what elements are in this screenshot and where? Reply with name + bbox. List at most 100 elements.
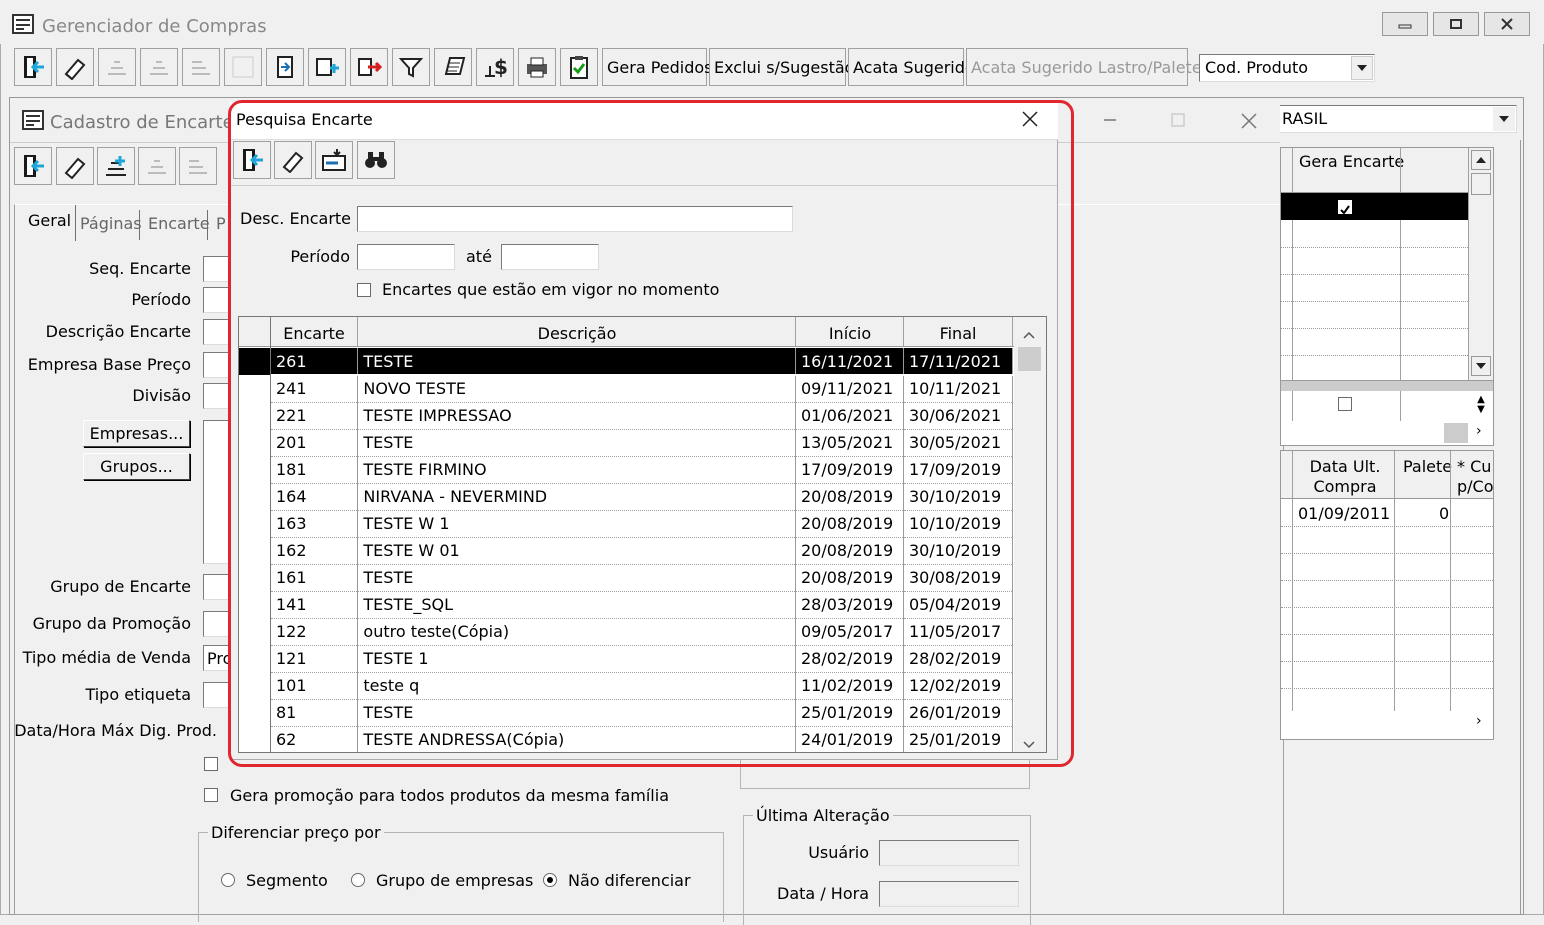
transfer-button[interactable] bbox=[350, 48, 388, 86]
add-disabled-button[interactable] bbox=[98, 48, 136, 86]
dialog-search-button[interactable] bbox=[357, 141, 395, 179]
scroll-right-icon-2[interactable]: › bbox=[1476, 713, 1482, 729]
col-final-header[interactable]: Final bbox=[904, 324, 1012, 343]
table-row[interactable]: 261 TESTE 16/11/2021 17/11/2021 bbox=[271, 348, 1013, 376]
dialog-eraser-button[interactable] bbox=[274, 141, 312, 179]
table-row[interactable]: 162 TESTE W 01 20/08/2019 30/10/2019 bbox=[271, 537, 1013, 565]
table-row[interactable]: 164 NIRVANA - NEVERMIND 20/08/2019 30/10/20… bbox=[271, 483, 1013, 511]
cell-descricao: TESTE ANDRESSA(Cópia) bbox=[357, 726, 796, 752]
divisao-field[interactable] bbox=[203, 383, 233, 409]
tab-p[interactable]: P bbox=[214, 210, 230, 240]
table-row[interactable]: 81 TESTE 25/01/2019 26/01/2019 bbox=[271, 699, 1013, 727]
close-button[interactable] bbox=[1484, 12, 1530, 36]
cadastro-eraser-button[interactable] bbox=[56, 147, 94, 185]
dialog-exit-button[interactable] bbox=[233, 141, 271, 179]
right-grid-selected-row[interactable] bbox=[1281, 193, 1468, 220]
seq-encarte-field[interactable] bbox=[203, 256, 233, 282]
empresa-base-field[interactable] bbox=[203, 352, 233, 378]
table-row[interactable]: 161 TESTE 20/08/2019 30/08/2019 bbox=[271, 564, 1013, 592]
desc-encarte-input[interactable] bbox=[357, 206, 793, 232]
tipo-media-field[interactable]: Pro bbox=[203, 645, 233, 671]
right-combo[interactable]: RASIL bbox=[1280, 105, 1517, 133]
dialog-select-button[interactable] bbox=[315, 141, 353, 179]
cell-encarte: 163 bbox=[271, 510, 359, 538]
hscroll-thumb[interactable] bbox=[1444, 423, 1468, 443]
tab-geral[interactable]: Geral bbox=[24, 205, 76, 241]
table-row[interactable]: 62 TESTE ANDRESSA(Cópia) 24/01/2019 25/01/2… bbox=[271, 726, 1013, 752]
table-row[interactable]: 121 TESTE 1 28/02/2019 28/02/2019 bbox=[271, 645, 1013, 673]
scroll-up-button[interactable] bbox=[1471, 150, 1491, 170]
tab-encarte[interactable]: Encarte bbox=[146, 210, 210, 240]
tab-paginas[interactable]: Páginas bbox=[78, 210, 142, 240]
right-combo-dropdown[interactable] bbox=[1493, 107, 1515, 131]
col-descricao-header[interactable]: Descrição bbox=[358, 324, 796, 343]
cadastro-add-button[interactable] bbox=[97, 147, 135, 185]
gera-encarte-row2-checkbox[interactable] bbox=[1338, 397, 1352, 411]
grupo-encarte-field[interactable] bbox=[203, 574, 233, 600]
table-row[interactable]: 122 outro teste(Cópia) 09/05/2017 11/05/201… bbox=[271, 618, 1013, 646]
restore-button[interactable] bbox=[1433, 12, 1479, 36]
cadastro-close-button[interactable] bbox=[1238, 110, 1260, 132]
results-scroll-thumb[interactable] bbox=[1018, 347, 1041, 371]
clipboard-check-button[interactable] bbox=[560, 48, 598, 86]
scroll-thumb[interactable] bbox=[1471, 173, 1491, 195]
periodo-fim-input[interactable] bbox=[501, 244, 599, 270]
gera-promocao-checkbox[interactable] bbox=[204, 788, 218, 802]
combo-dropdown-button[interactable] bbox=[1351, 56, 1373, 80]
tipo-etiqueta-field[interactable] bbox=[203, 682, 233, 708]
edit-disabled-button[interactable] bbox=[140, 48, 178, 86]
scroll-right-icon[interactable]: › bbox=[1476, 423, 1482, 439]
remove-disabled-button[interactable] bbox=[182, 48, 220, 86]
vigor-checkbox[interactable] bbox=[357, 283, 371, 297]
filter-button[interactable] bbox=[392, 48, 430, 86]
col-inicio-header[interactable]: Início bbox=[796, 324, 904, 343]
table-row[interactable]: 141 TESTE_SQL 28/03/2019 05/04/2019 bbox=[271, 591, 1013, 619]
dialog-close-button[interactable] bbox=[1018, 108, 1044, 132]
gera-pedidos-button[interactable]: Gera Pedidos bbox=[602, 48, 713, 86]
empresas-list[interactable] bbox=[203, 420, 233, 564]
table-row[interactable]: 163 TESTE W 1 20/08/2019 10/10/2019 bbox=[271, 510, 1013, 538]
table-row[interactable]: 241 NOVO TESTE 09/11/2021 10/11/2021 bbox=[271, 375, 1013, 403]
add-item-button[interactable] bbox=[308, 48, 346, 86]
eraser-button[interactable] bbox=[56, 48, 94, 86]
results-scroll-down[interactable] bbox=[1022, 735, 1036, 752]
table-row[interactable]: 221 TESTE IMPRESSAO 01/06/2021 30/06/2021 bbox=[271, 402, 1013, 430]
acata-sugerido-button[interactable]: Acata Sugerido bbox=[848, 48, 975, 86]
cadastro-maximize-button[interactable] bbox=[1168, 110, 1188, 130]
grupos-button[interactable]: Grupos... bbox=[83, 453, 190, 480]
results-scrollbar[interactable] bbox=[1014, 317, 1046, 752]
print-button[interactable] bbox=[518, 48, 556, 86]
table-row[interactable]: 201 TESTE 13/05/2021 30/05/2021 bbox=[271, 429, 1013, 457]
price-button[interactable]: $ bbox=[476, 48, 514, 86]
right-grid-1-scrollbar[interactable] bbox=[1469, 148, 1493, 380]
periodo-inicio-input[interactable] bbox=[357, 244, 455, 270]
gera-encarte-checkbox[interactable] bbox=[1338, 200, 1352, 215]
hidden-checkbox[interactable] bbox=[204, 757, 218, 771]
cadastro-remove-disabled-button[interactable] bbox=[179, 147, 217, 185]
grupo-promocao-field[interactable] bbox=[203, 611, 233, 637]
periodo-field[interactable] bbox=[203, 287, 233, 313]
empresas-button[interactable]: Empresas... bbox=[83, 420, 190, 447]
cadastro-exit-button[interactable] bbox=[14, 147, 52, 185]
cadastro-edit-disabled-button[interactable] bbox=[138, 147, 176, 185]
blank-button[interactable] bbox=[224, 48, 262, 86]
import-doc-button[interactable] bbox=[266, 48, 304, 86]
col-encarte-header[interactable]: Encarte bbox=[271, 324, 357, 343]
spinner-icon[interactable]: ▲ ▼ bbox=[1473, 395, 1489, 417]
notes-button[interactable] bbox=[434, 48, 472, 86]
minimize-button[interactable] bbox=[1382, 12, 1428, 36]
results-scroll-up[interactable] bbox=[1022, 325, 1036, 344]
grupo-empresas-radio[interactable] bbox=[351, 873, 365, 887]
cadastro-minimize-button[interactable] bbox=[1100, 110, 1120, 130]
check-icon bbox=[1340, 205, 1350, 215]
nao-diferenciar-radio[interactable] bbox=[543, 873, 557, 887]
exit-door-button[interactable] bbox=[14, 48, 52, 86]
search-type-combo[interactable]: Cod. Produto bbox=[1199, 54, 1375, 82]
table-row[interactable]: 101 teste q 11/02/2019 12/02/2019 bbox=[271, 672, 1013, 700]
scroll-down-button[interactable] bbox=[1471, 356, 1491, 376]
exclui-sugestao-button[interactable]: Exclui s/Sugestão bbox=[709, 48, 854, 86]
acata-lastro-palete-button[interactable]: Acata Sugerido Lastro/Palete bbox=[966, 48, 1202, 86]
segmento-radio[interactable] bbox=[221, 873, 235, 887]
table-row[interactable]: 181 TESTE FIRMINO 17/09/2019 17/09/2019 bbox=[271, 456, 1013, 484]
descricao-encarte-field[interactable] bbox=[203, 319, 233, 345]
